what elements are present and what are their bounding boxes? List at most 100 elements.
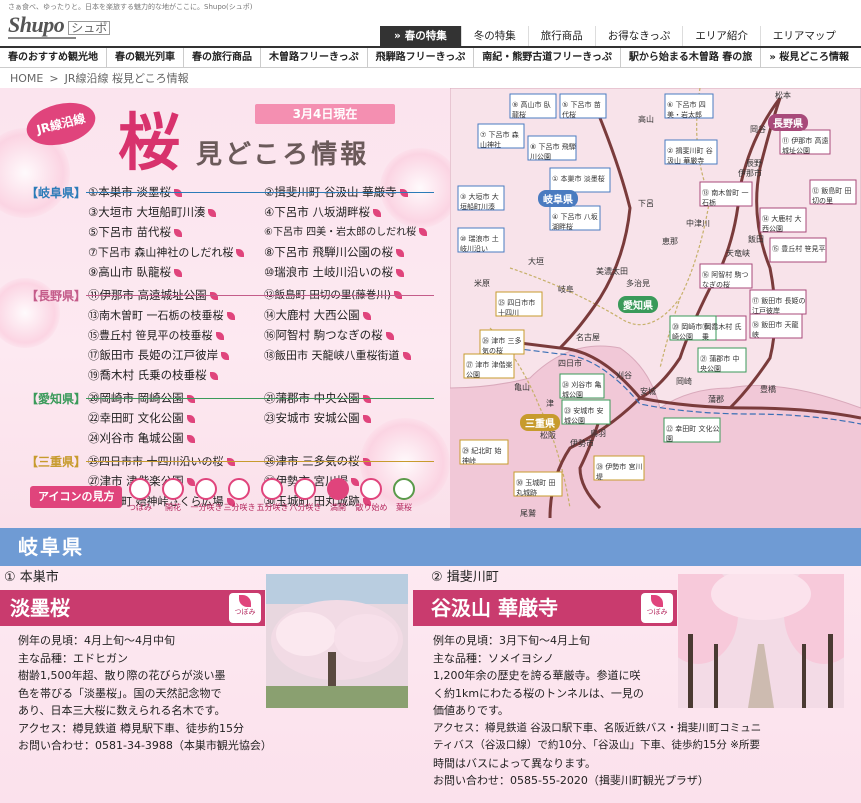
callout-label[interactable]: ㉕ 四日市市 十四川: [498, 298, 542, 318]
spot-item[interactable]: ⑭大鹿村 大西公園: [264, 307, 440, 324]
callout-label[interactable]: ⑫ 飯島町 田切の里: [812, 186, 856, 206]
card-title: 淡墨桜: [10, 596, 70, 620]
breadcrumb-home[interactable]: HOME: [10, 72, 43, 85]
callout-label[interactable]: ⑮ 豊丘村 笹見平: [772, 244, 826, 254]
station-label: 多治見: [626, 279, 650, 288]
sub-nav-item[interactable]: 春のおすすめ観光地: [0, 48, 107, 67]
station-label: 伊那市: [738, 169, 762, 178]
spot-item[interactable]: ⑰飯田市 長姫の江戸彼岸: [88, 347, 264, 364]
top-nav: 春の特集 冬の特集 旅行商品 お得なきっぷ エリア紹介 エリアマップ: [380, 26, 848, 46]
callout-label[interactable]: ⑦ 下呂市 森山神社: [480, 130, 524, 150]
callout-label[interactable]: ㉖ 津市 三多気の桜: [482, 336, 524, 356]
callout-label[interactable]: ⑩ 瑞浪市 土岐川沿い: [460, 234, 504, 254]
top-nav-tickets[interactable]: お得なきっぷ: [594, 26, 683, 46]
callout-label[interactable]: ⑤ 下呂市 苗代桜: [562, 100, 606, 120]
callout-label[interactable]: ㉑ 蒲郡市 中央公園: [700, 354, 746, 374]
spot-item[interactable]: ⑧下呂市 飛騨川公園の桜: [264, 244, 440, 261]
map-pref-nagano: 長野県: [768, 114, 808, 131]
icon-legend-title: アイコンの見方: [30, 486, 123, 508]
top-nav-winter[interactable]: 冬の特集: [460, 26, 528, 46]
spot-item[interactable]: ㉓安城市 安城公園: [264, 410, 440, 427]
callout-label[interactable]: ㉗ 津市 津偕楽公園: [466, 360, 514, 380]
spot-item[interactable]: ③大垣市 大垣船町川湊: [88, 204, 264, 221]
spot-item[interactable]: ⑯阿智村 駒つなぎの桜: [264, 327, 440, 344]
sub-nav-item[interactable]: 南紀・熊野古道フリーきっぷ: [474, 48, 621, 67]
station-label: 松阪: [540, 431, 556, 440]
spot-item[interactable]: ㉒幸田町 文化公園: [88, 410, 264, 427]
route-map[interactable]: 長野県 岐阜県 愛知県 三重県 ⑨ 高山市 臥龍桜 ⑤ 下呂市 苗代桜 ⑥ 下呂…: [450, 88, 861, 528]
station-label: 蒲郡: [708, 395, 724, 404]
top-nav-products[interactable]: 旅行商品: [527, 26, 595, 46]
spot-list: 【岐阜県】 ①本巣市 淡墨桜 ②揖斐川町 谷汲山 華厳寺 ③大垣市 大垣船町川湊…: [26, 184, 442, 516]
sub-nav: 春のおすすめ観光地 春の観光列車 春の旅行商品 木曽路フリーきっぷ 飛騨路フリー…: [0, 46, 861, 68]
legend-80pct: 八分咲き: [289, 478, 321, 513]
spot-item[interactable]: ④下呂市 八坂湖畔桜: [264, 204, 440, 221]
callout-label[interactable]: ⑧ 下呂市 飛騨川公園: [530, 142, 576, 162]
callout-label[interactable]: ㉓ 安城市 安城公園: [564, 406, 610, 426]
sub-nav-item[interactable]: 飛騨路フリーきっぷ: [368, 48, 475, 67]
callout-label[interactable]: ② 揖斐川町 谷汲山 華厳寺: [667, 146, 717, 166]
map-pref-mie: 三重県: [520, 414, 560, 431]
spot-item[interactable]: ⑩瑞浪市 土岐川沿いの桜: [264, 264, 440, 281]
spot-item[interactable]: ⑬南木曽町 一石栃の枝垂桜: [88, 307, 264, 324]
card-line: ティバス（谷汲口線）で約10分、「谷汲山」下車、徒歩約15分 ※所要: [433, 739, 760, 751]
petal-icon: [395, 248, 404, 257]
spot-item[interactable]: ㉔刈谷市 亀城公園: [88, 430, 264, 447]
spot-item[interactable]: ⑮豊丘村 笹見平の枝垂桜: [88, 327, 264, 344]
callout-label[interactable]: ⑥ 下呂市 四美・岩太郎: [667, 100, 713, 120]
spot-item[interactable]: ⑱飯田市 天龍峡八重桜街道: [264, 347, 440, 364]
hero-title: 見どころ情報: [196, 140, 370, 170]
callout-label[interactable]: ㉙ 紀北町 始神峠: [462, 446, 508, 466]
callout-label[interactable]: ⑬ 南木曽町 一石栃: [702, 188, 752, 208]
pref-rule: [86, 398, 434, 399]
sub-nav-item[interactable]: 駅から始まる木曽路 春の旅: [621, 48, 762, 67]
station-label: 刈谷: [616, 371, 632, 380]
top-nav-spring[interactable]: 春の特集: [380, 26, 461, 46]
top-nav-map[interactable]: エリアマップ: [759, 26, 848, 46]
callout-label[interactable]: ⑯ 阿智村 駒つなぎの桜: [702, 270, 752, 290]
callout-label[interactable]: ① 本巣市 淡墨桜: [552, 174, 610, 184]
section-body-gifu: ① 本巣市 淡墨桜 つぼみ 例年の見頃：4月上旬〜4月中旬 主な品種：エドヒガン…: [0, 564, 861, 803]
callout-label[interactable]: ⑱ 飯田市 天龍峡: [752, 320, 802, 340]
logo-main: Shupo: [8, 12, 65, 37]
sakura-kanji: 桜: [118, 106, 181, 179]
status-badge: つぼみ: [641, 593, 673, 623]
map-pref-gifu: 岐阜県: [538, 190, 578, 207]
callout-label[interactable]: ㉘ 伊勢市 宮川堤: [596, 462, 644, 482]
usuzumi-photo[interactable]: [266, 574, 408, 708]
callout-label[interactable]: ⑨ 高山市 臥龍桜: [512, 100, 556, 120]
card-title-bar: 淡墨桜 つぼみ: [0, 590, 265, 626]
spot-item[interactable]: ⑨高山市 臥龍桜: [88, 264, 264, 281]
top-nav-area[interactable]: エリア紹介: [682, 26, 760, 46]
callout-label[interactable]: ㉔ 刈谷市 亀城公園: [562, 380, 604, 400]
station-label: 中津川: [686, 219, 710, 228]
card-line: お問い合わせ：0585-55-2020（揖斐川町観光プラザ）: [433, 774, 709, 787]
sub-nav-item[interactable]: 春の観光列車: [107, 48, 184, 67]
callout-label[interactable]: ⑭ 大鹿村 大西公園: [762, 214, 806, 234]
station-label: 四日市: [558, 359, 582, 368]
callout-label[interactable]: ③ 大垣市 大垣船町川湊: [460, 192, 504, 212]
callout-label[interactable]: ⑰ 飯田市 長姫の江戸彼岸: [752, 296, 806, 316]
card-line: お問い合わせ：0581-34-3988（本巣市観光協会）: [18, 739, 272, 752]
petal-icon: [221, 351, 230, 360]
station-label: 美濃太田: [596, 267, 628, 276]
kegonji-photo[interactable]: [658, 564, 861, 708]
station-label: 米原: [474, 279, 490, 288]
pref-rule: [86, 461, 434, 462]
callout-label[interactable]: ④ 下呂市 八坂湖畔桜: [552, 212, 600, 232]
spot-item[interactable]: ⑤下呂市 苗代桜: [88, 224, 264, 241]
spot-item[interactable]: ⑲喬木村 氏乗の枝垂桜: [88, 367, 264, 384]
callout-label[interactable]: ⑪ 伊那市 高遠城址公園: [782, 136, 830, 156]
legend-50pct: 五分咲き: [256, 478, 288, 513]
sub-nav-item[interactable]: 春の旅行商品: [184, 48, 261, 67]
pref-block-aichi: 【愛知県】 ⑳岡崎市 岡崎公園 ㉑蒲郡市 中央公園 ㉒幸田町 文化公園 ㉓安城市…: [26, 390, 442, 447]
sub-nav-item[interactable]: 木曽路フリーきっぷ: [261, 48, 368, 67]
spot-item[interactable]: ⑥下呂市 四美・岩太郎のしだれ桜: [264, 224, 440, 241]
sub-nav-item-current[interactable]: » 桜見どころ情報: [761, 48, 857, 67]
callout-label[interactable]: ㉒ 幸田町 文化公園: [666, 424, 720, 444]
card-title: 谷汲山 華厳寺: [431, 596, 558, 620]
callout-label[interactable]: ⑳ 岡崎市 岡崎公園: [672, 322, 716, 342]
spot-item[interactable]: ⑦下呂市 森山神社のしだれ桜: [88, 244, 264, 261]
shupo-logo[interactable]: Shupo シュポ: [8, 12, 111, 38]
callout-label[interactable]: ㉚ 玉城町 田丸城跡: [516, 478, 562, 498]
